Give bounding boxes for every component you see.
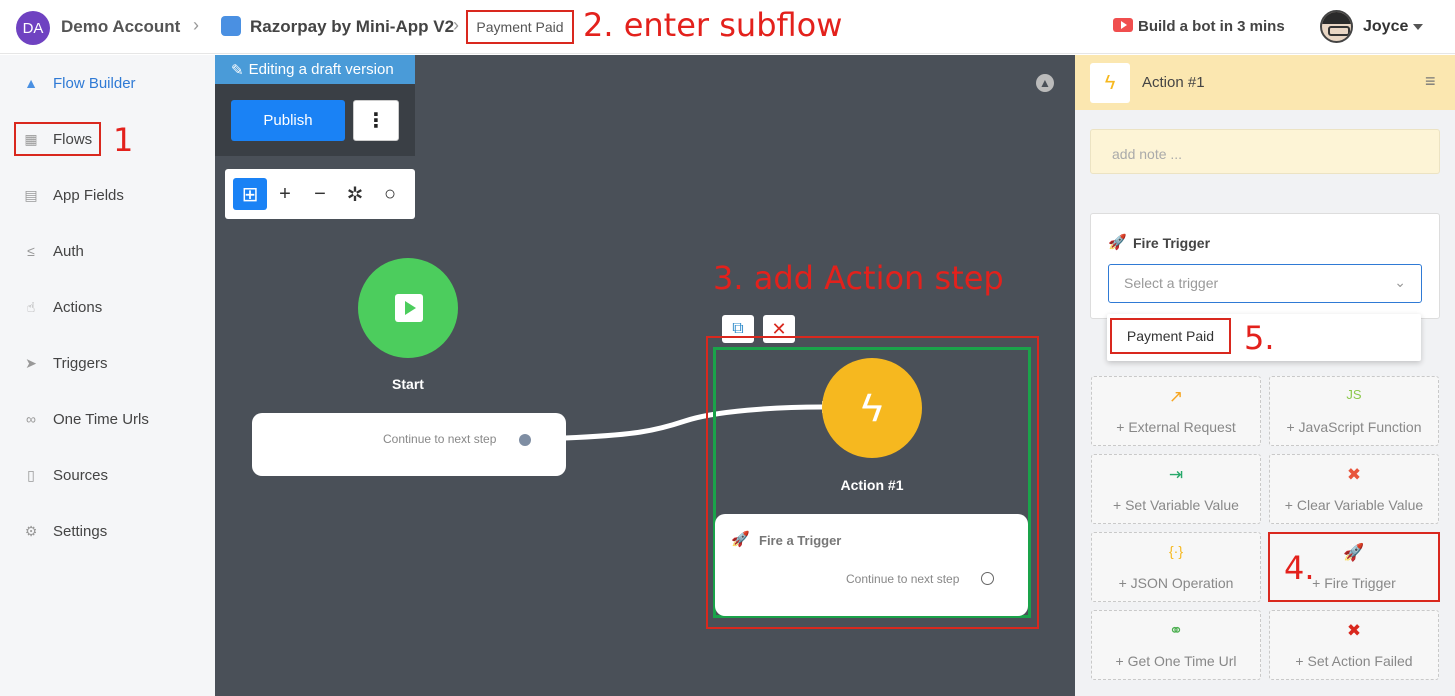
sidebar-item-label: App Fields	[53, 186, 124, 204]
continue-label: Continue to next step	[383, 432, 497, 446]
top-bar: DA Demo Account › Razorpay by Mini-App V…	[0, 0, 1455, 54]
flow-canvas[interactable]: ✎ Editing a draft version Publish ⋮ ⊞ + …	[215, 55, 1075, 696]
step-label: + JSON Operation	[1118, 575, 1234, 591]
annotation-5: 5.	[1244, 319, 1275, 357]
breadcrumb-account[interactable]: Demo Account	[61, 17, 180, 37]
sidebar-item-app-fields[interactable]: ▤ App Fields	[0, 175, 215, 215]
fields-icon: ▤	[24, 186, 38, 203]
chevron-down-icon[interactable]	[1413, 24, 1423, 30]
sidebar-item-sources[interactable]: ▯ Sources	[0, 455, 215, 495]
panel-header: ϟ Action #1 ≡	[1075, 55, 1455, 110]
start-node[interactable]	[358, 258, 458, 358]
note-textarea[interactable]: add note ...	[1090, 129, 1440, 174]
sidebar-item-actions[interactable]: ☝ Actions	[0, 287, 215, 327]
connection-port[interactable]	[981, 572, 994, 585]
add-set-variable-button[interactable]: ⇥ + Set Variable Value	[1091, 454, 1261, 524]
action-node-label: Action #1	[840, 477, 904, 493]
sidebar-item-label: Sources	[53, 466, 109, 484]
annotation-4: 4.	[1284, 549, 1315, 587]
add-clear-variable-button[interactable]: ✖ + Clear Variable Value	[1269, 454, 1439, 524]
youtube-icon	[1113, 18, 1133, 32]
breadcrumb-separator: ›	[453, 15, 459, 35]
action-node[interactable]: ϟ	[822, 358, 922, 458]
gear-icon: ⚙	[24, 522, 38, 539]
set-variable-icon: ⇥	[1168, 465, 1184, 484]
play-icon	[395, 294, 423, 322]
action-step-title: Fire a Trigger	[759, 533, 842, 548]
trigger-option[interactable]: Payment Paid	[1110, 318, 1231, 354]
sidebar-item-auth[interactable]: ≤ Auth	[0, 231, 215, 271]
sidebar-item-label: Settings	[53, 522, 108, 540]
menu-icon[interactable]: ≡	[1425, 71, 1436, 92]
trigger-select-placeholder: Select a trigger	[1124, 275, 1219, 291]
breadcrumb-separator: ›	[193, 15, 199, 35]
annotation-3: 3. add Action step	[713, 259, 1004, 297]
rocket-icon: 🚀	[1108, 234, 1127, 251]
breadcrumb-flow[interactable]: Payment Paid	[466, 10, 574, 44]
add-one-time-url-button[interactable]: ⚭ + Get One Time Url	[1091, 610, 1261, 680]
document-icon: ▯	[27, 466, 35, 483]
step-label: + Clear Variable Value	[1284, 497, 1424, 513]
user-avatar[interactable]	[1320, 10, 1353, 43]
link-icon: ⚭	[1168, 621, 1184, 640]
breadcrumb-app[interactable]: Razorpay by Mini-App V2	[250, 17, 454, 37]
add-json-operation-button[interactable]: {·} + JSON Operation	[1091, 532, 1261, 602]
connection-port[interactable]	[519, 434, 531, 446]
sidebar: ▲ Flow Builder ▦ Flows 1 ▤ App Fields ≤ …	[0, 55, 215, 696]
sidebar-item-label: Triggers	[53, 354, 108, 372]
add-set-action-failed-button[interactable]: ✖ + Set Action Failed	[1269, 610, 1439, 680]
fire-trigger-card: 🚀 Fire Trigger Select a trigger ⌄	[1090, 213, 1440, 319]
sidebar-item-one-time-urls[interactable]: ∞ One Time Urls	[0, 399, 215, 439]
javascript-icon: JS	[1346, 387, 1362, 402]
clear-variable-icon: ✖	[1346, 465, 1362, 484]
add-javascript-function-button[interactable]: JS + JavaScript Function	[1269, 376, 1439, 446]
app-icon	[221, 16, 241, 36]
auth-icon: ≤	[27, 243, 35, 259]
annotation-box-flows	[14, 122, 101, 156]
action-panel: ϟ Action #1 ≡ add note ... 🚀 Fire Trigge…	[1075, 55, 1455, 696]
json-icon: {·}	[1168, 543, 1183, 559]
sidebar-item-label: One Time Urls	[53, 410, 149, 428]
step-label: + JavaScript Function	[1286, 419, 1422, 435]
step-label: + Set Variable Value	[1113, 497, 1239, 513]
panel-title[interactable]: Action #1	[1142, 74, 1205, 91]
external-link-icon: ↗	[1168, 387, 1184, 406]
action-node-card[interactable]: 🚀 Fire a Trigger Continue to next step	[715, 514, 1028, 616]
flow-builder-icon: ▲	[24, 75, 38, 91]
sidebar-item-flow-builder[interactable]: ▲ Flow Builder	[0, 63, 215, 103]
add-external-request-button[interactable]: ↗ + External Request	[1091, 376, 1261, 446]
sidebar-item-label: Actions	[53, 298, 103, 316]
user-name[interactable]: Joyce	[1363, 18, 1408, 36]
lightning-icon: ϟ	[1090, 63, 1130, 103]
step-label: + Set Action Failed	[1295, 653, 1413, 669]
start-node-label: Start	[392, 376, 424, 392]
trigger-select[interactable]: Select a trigger ⌄	[1108, 264, 1422, 303]
continue-label: Continue to next step	[846, 572, 960, 586]
step-label: + Get One Time Url	[1115, 653, 1237, 669]
fire-trigger-title: Fire Trigger	[1133, 235, 1211, 251]
annotation-1: 1	[113, 121, 134, 159]
build-bot-link[interactable]: Build a bot in 3 mins	[1138, 18, 1285, 35]
close-icon: ✖	[1346, 621, 1362, 640]
annotation-2: 2. enter subflow	[583, 6, 843, 44]
send-icon: ➤	[25, 354, 37, 371]
sidebar-item-settings[interactable]: ⚙ Settings	[0, 511, 215, 551]
sidebar-item-triggers[interactable]: ➤ Triggers	[0, 343, 215, 383]
rocket-icon: 🚀	[731, 531, 750, 548]
account-avatar[interactable]: DA	[16, 11, 50, 45]
step-label: + External Request	[1116, 419, 1236, 435]
sidebar-item-label: Auth	[53, 242, 84, 260]
chevron-down-icon: ⌄	[1394, 274, 1406, 290]
link-icon: ∞	[26, 411, 36, 427]
hand-pointer-icon: ☝	[26, 298, 36, 315]
start-node-card[interactable]: Continue to next step	[252, 413, 566, 476]
sidebar-item-label: Flow Builder	[53, 74, 136, 92]
